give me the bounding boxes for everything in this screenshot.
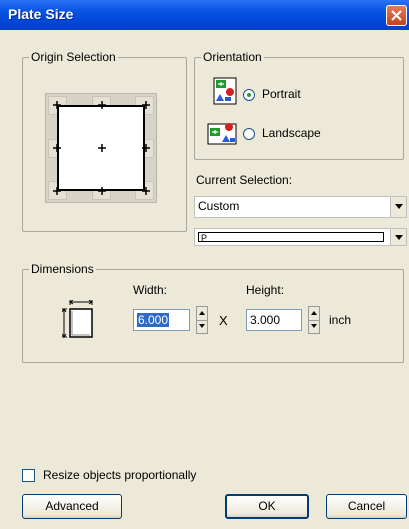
- height-label: Height:: [246, 283, 285, 297]
- ok-button-label: OK: [258, 499, 276, 513]
- origin-selector[interactable]: [45, 93, 157, 203]
- current-selection-value: Custom: [198, 199, 240, 213]
- width-spin-up[interactable]: [197, 307, 207, 321]
- width-spin-down[interactable]: [197, 320, 207, 333]
- spin-down-icon: [199, 324, 205, 328]
- width-input[interactable]: 6.000: [133, 309, 190, 331]
- spin-up-icon: [311, 311, 317, 315]
- origin-selection-legend: Origin Selection: [29, 50, 118, 64]
- title-bar[interactable]: Plate Size: [0, 0, 409, 30]
- cancel-button[interactable]: Cancel: [326, 494, 407, 519]
- orientation-legend: Orientation: [201, 50, 264, 64]
- dimensions-legend: Dimensions: [29, 262, 96, 276]
- current-selection-dropdown-arrow[interactable]: [390, 197, 406, 217]
- spin-down-icon: [311, 324, 317, 328]
- close-button[interactable]: [386, 5, 407, 26]
- landscape-radio[interactable]: [243, 128, 255, 140]
- current-selection-label: Current Selection:: [196, 173, 293, 187]
- height-spin-up[interactable]: [309, 307, 319, 321]
- width-label: Width:: [133, 283, 168, 297]
- advanced-button[interactable]: Advanced: [22, 494, 122, 519]
- landscape-orientation-icon: [207, 123, 237, 145]
- plate-preset-dropdown-arrow[interactable]: [390, 229, 406, 245]
- ok-button[interactable]: OK: [225, 494, 309, 519]
- width-spinner[interactable]: [196, 306, 208, 334]
- plate-preset-value: P: [198, 232, 384, 243]
- portrait-label[interactable]: Portrait: [262, 87, 301, 101]
- current-selection-dropdown[interactable]: Custom: [194, 196, 407, 218]
- chevron-down-icon: [395, 204, 403, 209]
- spin-up-icon: [199, 311, 205, 315]
- times-sign: X: [219, 313, 228, 328]
- dialog-title: Plate Size: [8, 6, 74, 22]
- width-value: 6.000: [137, 313, 170, 327]
- cancel-button-label: Cancel: [347, 499, 386, 513]
- resize-proportionally-checkbox[interactable]: [22, 469, 35, 482]
- plate-preset-dropdown[interactable]: P: [194, 228, 407, 246]
- resize-proportionally-label[interactable]: Resize objects proportionally: [43, 468, 196, 482]
- origin-point-markers: [53, 101, 150, 195]
- unit-label: inch: [329, 313, 352, 327]
- dimension-size-icon: [62, 300, 93, 338]
- chevron-down-icon: [395, 235, 403, 240]
- landscape-label[interactable]: Landscape: [262, 126, 321, 140]
- close-icon: [391, 10, 402, 21]
- height-spinner[interactable]: [308, 306, 320, 334]
- portrait-radio[interactable]: [243, 89, 255, 101]
- plate-size-dialog: Plate Size Origin Selection Orientation …: [0, 0, 409, 529]
- height-input[interactable]: 3.000: [246, 309, 302, 331]
- height-spin-down[interactable]: [309, 320, 319, 333]
- height-value: 3.000: [250, 313, 281, 327]
- advanced-button-label: Advanced: [45, 499, 99, 513]
- portrait-orientation-icon: [213, 77, 237, 105]
